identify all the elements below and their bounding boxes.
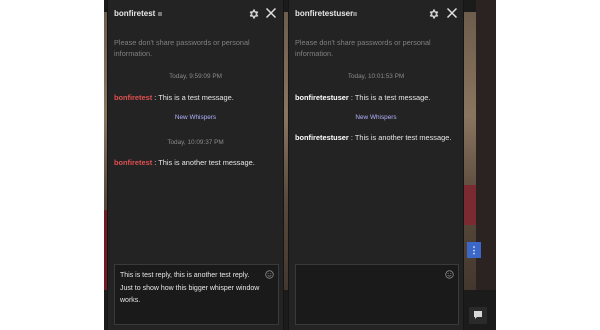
chat-message: bonfiretestuser : This is another test m… [295,133,460,142]
message-text: This is another test message. [354,133,452,142]
whisper-titlebar[interactable]: bonfiretest [108,0,283,28]
new-whispers-divider: New Whispers [355,114,397,121]
message-sender[interactable]: bonfiretest [114,158,152,167]
whisper-username[interactable]: bonfiretestuser [295,9,353,18]
privacy-notice: Please don't share passwords or personal… [295,38,431,58]
message-text: This is a test message. [354,93,431,102]
close-icon[interactable] [265,7,277,19]
privacy-notice: Please don't share passwords or personal… [114,38,250,58]
message-sender[interactable]: bonfiretestuser [295,133,349,142]
status-indicator-icon [353,12,357,16]
whisper-username[interactable]: bonfiretest [114,9,155,18]
whisper-titlebar[interactable]: bonfiretestuser [289,0,463,28]
whisper-reply-input[interactable] [295,264,459,325]
chat-toggle-button[interactable] [469,307,487,324]
emoji-icon[interactable] [445,270,454,279]
close-icon[interactable] [446,7,458,19]
chat-bubble-icon [474,311,482,319]
emoji-icon[interactable] [265,270,274,279]
message-timestamp: Today, 10:09:37 PM [167,139,224,146]
status-indicator-icon [158,12,162,16]
new-whispers-divider: New Whispers [174,114,217,121]
chat-message: bonfiretest : This is a test message. [114,93,279,102]
message-text: This is another test message. [158,158,255,167]
more-options-button[interactable]: ⋮ [467,242,481,258]
whisper-window-bonfiretest: bonfiretest Please don't share passwords… [108,0,283,330]
whisper-window-bonfiretestuser: bonfiretestuser Please don't share passw… [289,0,463,330]
gear-icon[interactable] [248,8,260,20]
whisper-reply-input[interactable]: This is test reply, this is another test… [114,264,279,325]
chat-message: bonfiretest : This is another test messa… [114,158,279,167]
background-shape [476,0,496,330]
chat-message: bonfiretestuser : This is a test message… [295,93,460,102]
message-sender[interactable]: bonfiretest [114,93,152,102]
gear-icon[interactable] [428,8,440,20]
message-text: This is a test message. [158,93,234,102]
message-timestamp: Today, 10:01:53 PM [347,73,405,80]
message-sender[interactable]: bonfiretestuser [295,93,349,102]
message-timestamp: Today, 9:59:09 PM [169,73,222,80]
reply-text[interactable]: This is test reply, this is another test… [120,270,264,308]
